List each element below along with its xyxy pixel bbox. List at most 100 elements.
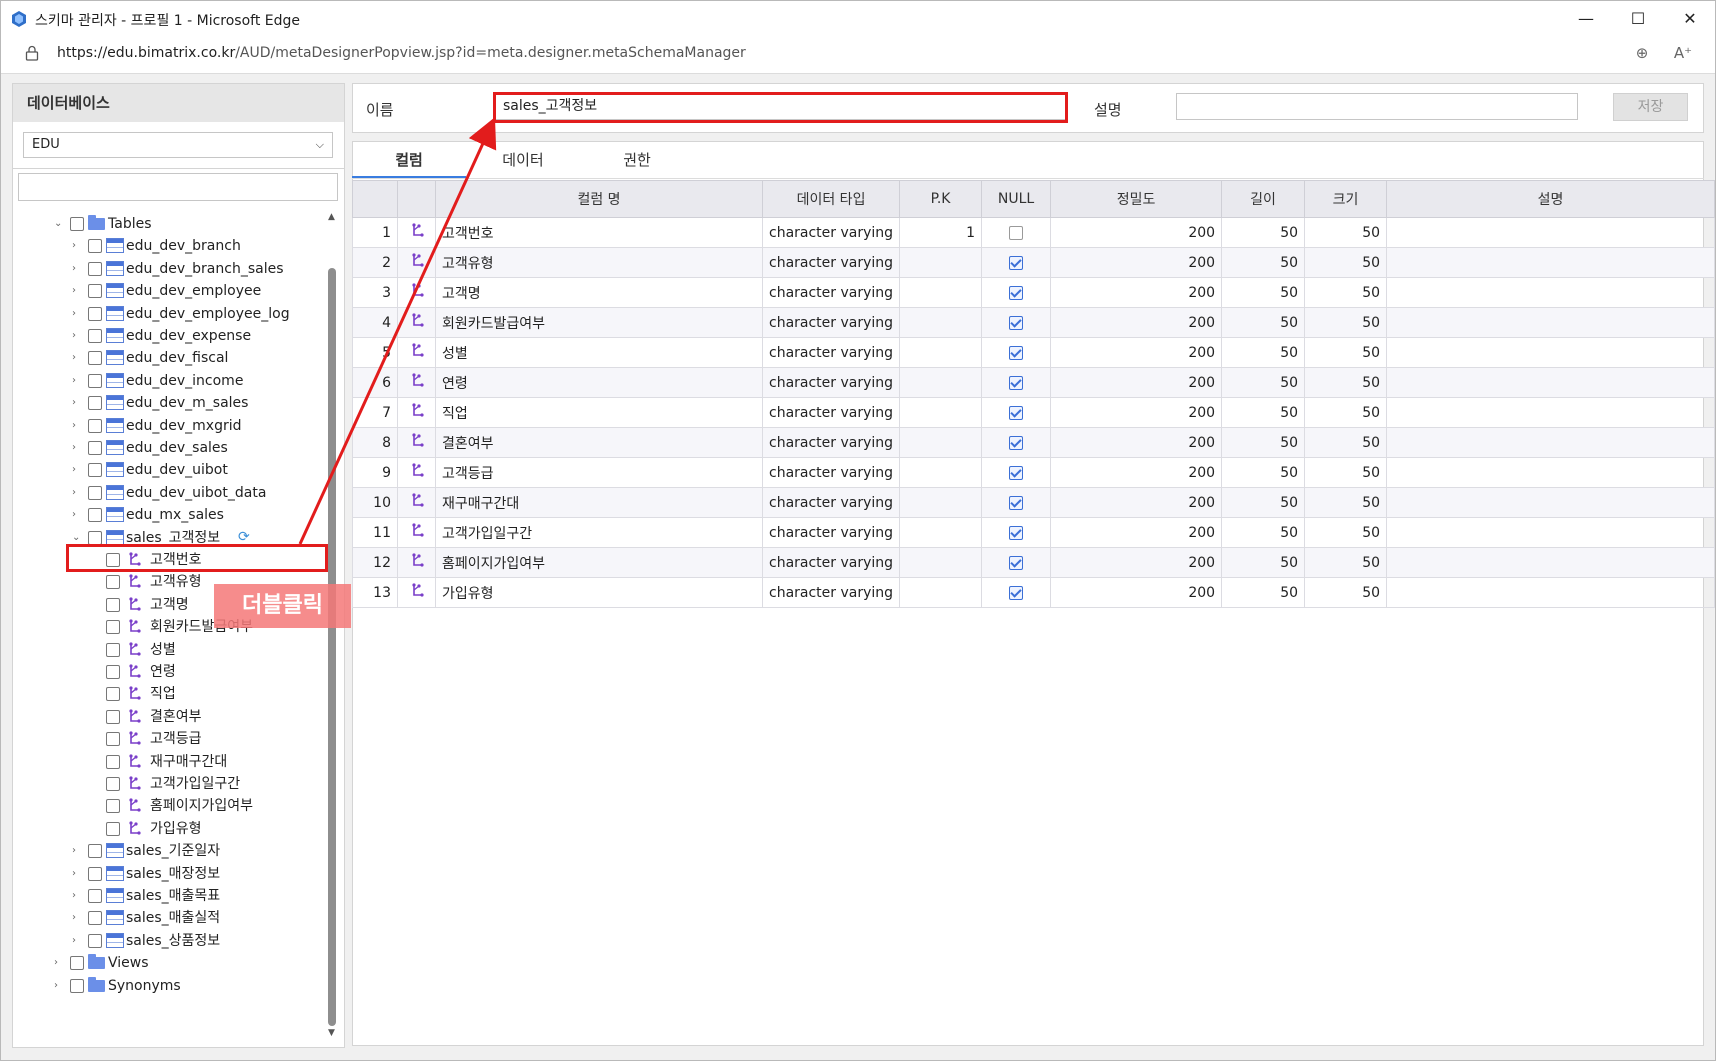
chevron-right-icon[interactable]: ›	[72, 280, 84, 302]
length-cell[interactable]: 50	[1221, 577, 1306, 608]
null-cell[interactable]	[981, 337, 1052, 368]
pk-cell[interactable]	[899, 517, 983, 548]
table-row[interactable]: 2 고객유형 character varying 200 50 50	[352, 247, 1716, 278]
tree-checkbox[interactable]	[88, 866, 102, 881]
pk-cell[interactable]	[899, 547, 983, 578]
chevron-right-icon[interactable]: ›	[72, 840, 84, 862]
column-name-cell[interactable]: 회원카드발급여부	[435, 307, 763, 338]
tree-item-table[interactable]: › edu_dev_mxgrid	[0, 415, 325, 437]
length-cell[interactable]: 50	[1221, 427, 1306, 458]
chevron-right-icon[interactable]: ›	[72, 863, 84, 885]
tree-checkbox[interactable]	[106, 709, 120, 724]
null-checkbox[interactable]	[1009, 405, 1024, 420]
tree-item-table[interactable]: › sales_매출실적	[0, 907, 325, 929]
header-column-name[interactable]: 컬럼 명	[435, 180, 763, 218]
pk-cell[interactable]	[899, 577, 983, 608]
null-checkbox[interactable]	[1009, 315, 1024, 330]
tree-item-table[interactable]: › edu_dev_branch	[0, 235, 325, 257]
description-cell[interactable]	[1386, 307, 1716, 338]
length-cell[interactable]: 50	[1221, 337, 1306, 368]
tree-item-column[interactable]: 가입유형	[0, 818, 325, 840]
data-type-cell[interactable]: character varying	[761, 337, 901, 368]
precision-cell[interactable]: 200	[1050, 247, 1223, 278]
data-type-cell[interactable]: character varying	[761, 277, 901, 308]
table-row[interactable]: 11 고객가입일구간 character varying 200 50 50	[352, 517, 1716, 548]
chevron-right-icon[interactable]: ›	[72, 235, 84, 257]
chevron-right-icon[interactable]: ›	[72, 392, 84, 414]
chevron-down-icon[interactable]: ⌄	[54, 213, 66, 235]
data-type-cell[interactable]: character varying	[761, 457, 901, 488]
tree-checkbox[interactable]	[106, 642, 120, 657]
chevron-right-icon[interactable]: ›	[72, 482, 84, 504]
tree-checkbox[interactable]	[88, 889, 102, 903]
tree-item-table[interactable]: › edu_dev_uibot_data	[0, 482, 325, 504]
null-checkbox[interactable]	[1009, 495, 1024, 510]
tree-checkbox[interactable]	[88, 463, 102, 478]
tree-checkbox[interactable]	[88, 441, 102, 455]
tree-search-input[interactable]	[18, 173, 338, 201]
size-cell[interactable]: 50	[1304, 517, 1388, 548]
size-cell[interactable]: 50	[1304, 397, 1388, 428]
pk-cell[interactable]	[899, 457, 983, 488]
tree-checkbox[interactable]	[88, 329, 102, 343]
tree-item-table[interactable]: › sales_상품정보	[0, 930, 325, 952]
length-cell[interactable]: 50	[1221, 217, 1306, 248]
precision-cell[interactable]: 200	[1050, 487, 1223, 518]
length-cell[interactable]: 50	[1221, 487, 1306, 518]
precision-cell[interactable]: 200	[1050, 457, 1223, 488]
table-row[interactable]: 12 홈페이지가입여부 character varying 200 50 50	[352, 547, 1716, 578]
chevron-right-icon[interactable]: ›	[72, 930, 84, 952]
tree-checkbox[interactable]	[88, 306, 102, 321]
chevron-right-icon[interactable]: ›	[72, 885, 84, 907]
data-type-cell[interactable]: character varying	[761, 397, 901, 428]
size-cell[interactable]: 50	[1304, 427, 1388, 458]
pk-cell[interactable]	[899, 337, 983, 368]
length-cell[interactable]: 50	[1221, 367, 1306, 398]
null-cell[interactable]	[981, 277, 1052, 308]
null-checkbox[interactable]	[1009, 585, 1024, 600]
null-cell[interactable]	[981, 427, 1052, 458]
zoom-icon[interactable]: ⊕	[1632, 43, 1652, 63]
tree-checkbox[interactable]	[88, 396, 102, 411]
pk-cell[interactable]	[899, 277, 983, 308]
tree-item-column[interactable]: 고객등급	[0, 728, 325, 750]
tab-data[interactable]: 데이터	[466, 141, 580, 179]
tree-item-column[interactable]: 재구매구간대	[0, 751, 325, 773]
null-cell[interactable]	[981, 307, 1052, 338]
pk-cell[interactable]	[899, 367, 983, 398]
null-cell[interactable]	[981, 217, 1052, 248]
length-cell[interactable]: 50	[1221, 547, 1306, 578]
precision-cell[interactable]: 200	[1050, 277, 1223, 308]
chevron-right-icon[interactable]: ›	[72, 303, 84, 325]
header-precision[interactable]: 정밀도	[1050, 180, 1223, 218]
length-cell[interactable]: 50	[1221, 517, 1306, 548]
null-checkbox[interactable]	[1009, 225, 1024, 240]
header-size[interactable]: 크기	[1304, 180, 1388, 218]
tree-checkbox[interactable]	[88, 351, 102, 366]
null-checkbox[interactable]	[1009, 255, 1024, 270]
tree-item-table[interactable]: › sales_기준일자	[0, 840, 325, 862]
tree-item-table[interactable]: › edu_dev_sales	[0, 437, 325, 459]
column-name-cell[interactable]: 가입유형	[435, 577, 763, 608]
tree-checkbox[interactable]	[88, 261, 102, 276]
description-cell[interactable]	[1386, 577, 1716, 608]
column-name-cell[interactable]: 홈페이지가입여부	[435, 547, 763, 578]
description-cell[interactable]	[1386, 397, 1716, 428]
header-description[interactable]: 설명	[1386, 180, 1716, 218]
tree-checkbox[interactable]	[70, 956, 84, 971]
tree-item-table[interactable]: › edu_dev_uibot	[0, 459, 325, 481]
null-checkbox[interactable]	[1009, 345, 1024, 360]
length-cell[interactable]: 50	[1221, 397, 1306, 428]
tree-item-table[interactable]: › edu_dev_fiscal	[0, 347, 325, 369]
table-row[interactable]: 9 고객등급 character varying 200 50 50	[352, 457, 1716, 488]
size-cell[interactable]: 50	[1304, 367, 1388, 398]
data-type-cell[interactable]: character varying	[761, 367, 901, 398]
description-cell[interactable]	[1386, 247, 1716, 278]
table-row[interactable]: 5 성별 character varying 200 50 50	[352, 337, 1716, 368]
header-pk[interactable]: P.K	[899, 180, 983, 218]
null-cell[interactable]	[981, 547, 1052, 578]
chevron-right-icon[interactable]: ›	[72, 370, 84, 392]
precision-cell[interactable]: 200	[1050, 397, 1223, 428]
tree-folder-tables[interactable]: ⌄ Tables	[0, 213, 325, 235]
null-checkbox[interactable]	[1009, 375, 1024, 390]
